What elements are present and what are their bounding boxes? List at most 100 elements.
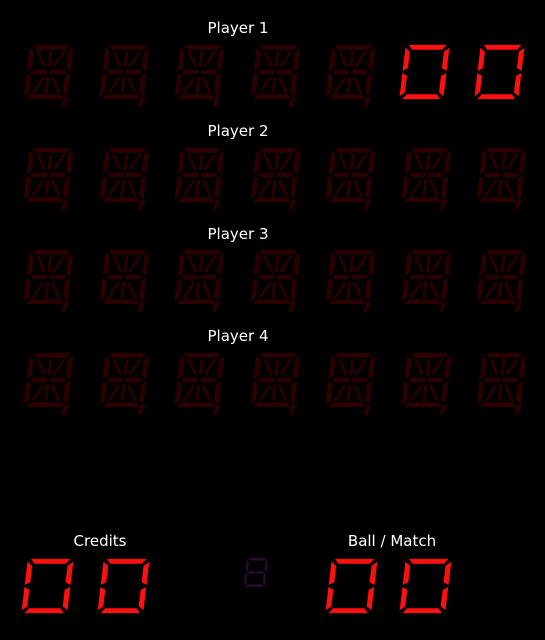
- segment-m: [126, 179, 137, 197]
- segment-e: [476, 278, 484, 302]
- segment-f: [102, 355, 110, 379]
- segment-g2: [49, 172, 67, 178]
- segment-k: [483, 384, 498, 402]
- segment-c: [440, 587, 449, 611]
- segment-g1: [30, 274, 48, 280]
- segment-i: [198, 358, 204, 376]
- segment-h: [414, 255, 425, 273]
- segment-d: [102, 299, 141, 305]
- player-2-digit-6: [401, 147, 452, 210]
- segment-a: [32, 44, 71, 50]
- segment-a: [32, 352, 71, 358]
- segment-l: [346, 384, 352, 402]
- segment-l: [195, 281, 201, 299]
- segment-b: [65, 252, 74, 276]
- player-2-digit-7: [476, 147, 527, 210]
- segment-g1: [332, 274, 350, 280]
- segment-m: [428, 281, 439, 299]
- segment-g2: [125, 377, 143, 383]
- segment-c: [139, 381, 147, 405]
- segment-g2: [351, 69, 369, 75]
- segment-l: [44, 281, 50, 299]
- segment-a: [108, 352, 147, 358]
- segment-c: [214, 381, 222, 405]
- segment-l: [497, 384, 503, 402]
- segment-f: [479, 150, 487, 174]
- segment-l: [346, 281, 352, 299]
- segment-e: [401, 278, 409, 302]
- segment-g2: [427, 274, 445, 280]
- segment-d: [245, 584, 264, 587]
- segment-d: [253, 299, 292, 305]
- segment-e: [23, 278, 31, 302]
- ball-match-digit-1: [325, 558, 378, 614]
- segment-c: [516, 278, 524, 302]
- segment-h: [112, 50, 123, 68]
- segment-h: [263, 255, 274, 273]
- segment-g2: [200, 377, 218, 383]
- segment-g2: [351, 172, 369, 178]
- segment-g2: [353, 584, 371, 589]
- label-player-3: Player 3: [207, 225, 269, 243]
- segment-f: [404, 252, 412, 276]
- segment-l: [497, 179, 503, 197]
- segment-e: [174, 278, 182, 302]
- segment-k: [408, 384, 423, 402]
- segment-i: [425, 255, 431, 273]
- segment-b: [369, 561, 378, 585]
- segment-l: [44, 76, 50, 94]
- segment-e: [401, 176, 409, 200]
- segment-e: [174, 176, 182, 200]
- player-4-digit-7: [476, 352, 527, 415]
- segment-l: [120, 76, 126, 94]
- segment-h: [112, 255, 123, 273]
- segment-g1: [332, 377, 350, 383]
- segment-j: [354, 153, 368, 171]
- segment-g2: [125, 172, 143, 178]
- segment-c: [290, 73, 298, 97]
- segment-a: [108, 249, 147, 255]
- segment-g1: [105, 584, 123, 589]
- label-player-2: Player 2: [207, 122, 269, 140]
- segment-g2: [501, 70, 518, 75]
- segment-k: [257, 384, 272, 402]
- segment-d: [26, 94, 65, 100]
- segment-g2: [256, 571, 265, 574]
- segment-g1: [181, 274, 199, 280]
- segment-c: [290, 381, 298, 405]
- segment-m: [503, 281, 514, 299]
- segment-h: [263, 50, 274, 68]
- segment-b: [141, 150, 150, 174]
- segment-g1: [106, 274, 124, 280]
- segment-k: [483, 179, 498, 197]
- segment-c: [439, 73, 447, 97]
- player-2-digit-1: [23, 147, 74, 210]
- ball-match-digit-2: [399, 558, 452, 614]
- segment-l: [195, 76, 201, 94]
- segment-f: [402, 561, 411, 585]
- segment-e: [476, 176, 484, 200]
- segment-f: [479, 355, 487, 379]
- segment-d: [177, 197, 216, 203]
- segment-j: [279, 358, 293, 376]
- segment-c: [290, 278, 298, 302]
- segment-f: [328, 561, 337, 585]
- segment-f: [328, 150, 336, 174]
- segment-l: [120, 281, 126, 299]
- segment-l: [271, 179, 277, 197]
- segment-b: [367, 150, 376, 174]
- segment-j: [52, 153, 66, 171]
- segment-k: [106, 76, 121, 94]
- player-3-digit-6: [401, 249, 452, 312]
- segment-f: [402, 47, 410, 71]
- segment-j: [128, 153, 142, 171]
- segment-h: [338, 358, 349, 376]
- segment-j: [430, 358, 444, 376]
- segment-g2: [351, 377, 369, 383]
- segment-g2: [427, 584, 445, 589]
- segment-c: [365, 73, 373, 97]
- segment-l: [120, 384, 126, 402]
- segment-b: [292, 355, 301, 379]
- segment-c: [63, 73, 71, 97]
- segment-b: [292, 150, 301, 174]
